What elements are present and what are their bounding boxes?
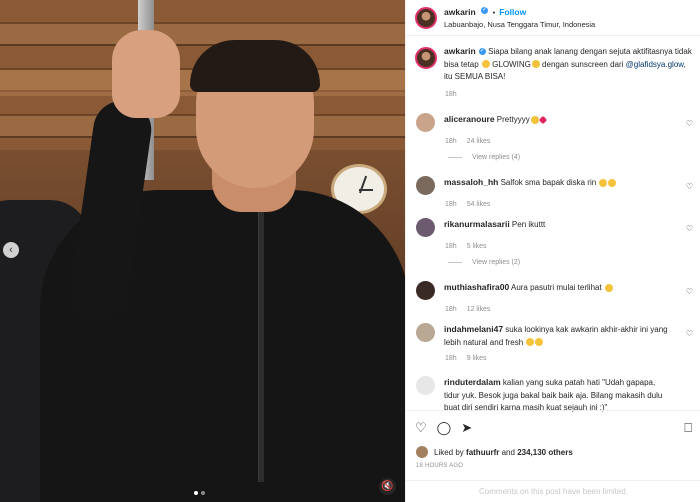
avatar[interactable] <box>416 323 435 342</box>
comment-likes[interactable]: 5 likes <box>467 243 487 250</box>
heart-icon[interactable]: ♡ <box>686 329 693 338</box>
post-time-ago[interactable]: 18 HOURS AGO <box>416 463 463 469</box>
comment-time[interactable]: 18h <box>445 201 457 208</box>
hand <box>112 30 180 118</box>
heart-icon[interactable]: ♡ <box>415 420 427 436</box>
comment: indahmelani47 suka lookinya kak awkarin … <box>416 323 700 362</box>
comment-username[interactable]: muthiashafira00 <box>444 282 509 292</box>
avatar[interactable] <box>416 113 435 132</box>
comment-time[interactable]: 18h <box>445 138 457 145</box>
comment-likes[interactable]: 12 likes <box>467 306 491 313</box>
heart-eyes-emoji-icon <box>526 338 535 347</box>
comment: rikanurmalasarii Pen ikuttt ♡ 18h 5 likes <box>416 218 700 250</box>
caption-mention-link[interactable]: @glafidsya.glow <box>626 60 684 69</box>
heart-icon[interactable]: ♡ <box>686 287 693 296</box>
sunglasses-emoji-icon <box>604 283 613 292</box>
liked-by-prefix: Liked by <box>434 447 464 457</box>
comment-text: Pen ikuttt <box>511 220 546 229</box>
comment-text: Aura pasutri mulai terlihat <box>510 283 604 292</box>
avatar[interactable] <box>416 376 435 395</box>
red-heart-emoji-icon <box>538 115 547 125</box>
comment-time[interactable]: 18h <box>445 306 457 313</box>
liked-by-and: and <box>501 447 515 457</box>
view-replies-button[interactable]: View replies (4) <box>448 154 520 161</box>
bookmark-icon[interactable]: ⎕ <box>684 420 692 436</box>
share-icon[interactable]: ➤ <box>461 420 472 436</box>
heart-icon[interactable]: ♡ <box>686 119 693 128</box>
comment-username[interactable]: massaloh_hh <box>444 177 498 187</box>
post-location[interactable]: Labuanbajo, Nusa Tenggara Timur, Indones… <box>444 19 595 31</box>
caption-username[interactable]: awkarin <box>444 46 476 56</box>
carousel-dot-active <box>194 491 198 495</box>
comment-time[interactable]: 18h <box>445 243 457 250</box>
post-side-panel: awkarin ✓ • Follow Labuanbajo, Nusa Teng… <box>405 0 700 502</box>
laughing-emoji-icon <box>608 178 617 187</box>
carousel-dots <box>194 491 205 495</box>
view-replies-button[interactable]: View replies (2) <box>448 259 520 266</box>
post-caption: awkarin ✓ Siapa bilang anak lanang denga… <box>415 45 695 84</box>
comment-username[interactable]: aliceranoure <box>444 114 495 124</box>
heart-icon[interactable]: ♡ <box>686 224 693 233</box>
heart-eyes-emoji-icon <box>530 115 539 124</box>
heart-eyes-emoji-icon <box>535 338 544 347</box>
liked-by-count[interactable]: 234,130 others <box>517 448 573 457</box>
avatar <box>416 446 428 458</box>
comment-icon[interactable]: ◯ <box>437 420 452 436</box>
sparkle-emoji-icon <box>531 60 540 69</box>
comment-username[interactable]: rikanurmalasarii <box>444 219 510 229</box>
comment: rinduterdalam kalian yang suka patah hat… <box>416 376 700 415</box>
comment-time[interactable]: 18h <box>445 355 457 362</box>
liked-by: Liked by fathuurfr and 234,130 others <box>416 446 573 458</box>
wetsuit-zipper <box>258 212 264 482</box>
comment-likes[interactable]: 54 likes <box>467 201 491 208</box>
author-username[interactable]: awkarin <box>444 7 476 17</box>
comment-username[interactable]: indahmelani47 <box>444 324 503 334</box>
avatar[interactable] <box>416 281 435 300</box>
avatar[interactable] <box>415 7 437 29</box>
chevron-left-icon[interactable]: ‹ <box>3 242 19 258</box>
caption-timestamp[interactable]: 18h <box>445 91 457 98</box>
heart-icon[interactable]: ♡ <box>686 182 693 191</box>
comment: muthiashafira00 Aura pasutri mulai terli… <box>416 281 700 313</box>
carousel-dot <box>201 491 205 495</box>
post-actions: ♡ ◯ ➤ ⎕ Liked by fathuurfr and 234,130 o… <box>406 410 700 502</box>
comment-likes[interactable]: 24 likes <box>467 138 491 145</box>
caption-text-2: dengan sunscreen dari <box>539 59 626 69</box>
comment: aliceranoure Prettyyyy ♡ 18h 24 likes <box>416 113 700 145</box>
comment: massaloh_hh Salfok sma bapak diska rin ♡… <box>416 176 700 208</box>
comment-username[interactable]: rinduterdalam <box>444 377 501 387</box>
hair <box>190 40 320 92</box>
caption-glowing: GLOWING <box>492 59 531 69</box>
sparkle-emoji-icon <box>481 60 490 69</box>
follow-button[interactable]: Follow <box>499 7 526 17</box>
avatar[interactable] <box>416 218 435 237</box>
comment-text: Prettyyyy <box>496 115 530 124</box>
comment-text: Salfok sma bapak diska rin <box>500 178 599 187</box>
comments-limited-notice: Comments on this post have been limited. <box>406 480 700 502</box>
verified-icon: ✓ <box>481 7 489 15</box>
avatar[interactable] <box>416 176 435 195</box>
verified-icon: ✓ <box>478 48 486 56</box>
comment-likes[interactable]: 9 likes <box>467 355 487 362</box>
laughing-emoji-icon <box>599 178 608 187</box>
avatar[interactable] <box>415 47 437 69</box>
post-header: awkarin ✓ • Follow Labuanbajo, Nusa Teng… <box>406 0 700 36</box>
mute-icon[interactable]: 🔇 <box>379 478 396 495</box>
liked-by-user[interactable]: fathuurfr <box>466 448 499 457</box>
post-media[interactable]: ‹ 🔇 <box>0 0 405 502</box>
